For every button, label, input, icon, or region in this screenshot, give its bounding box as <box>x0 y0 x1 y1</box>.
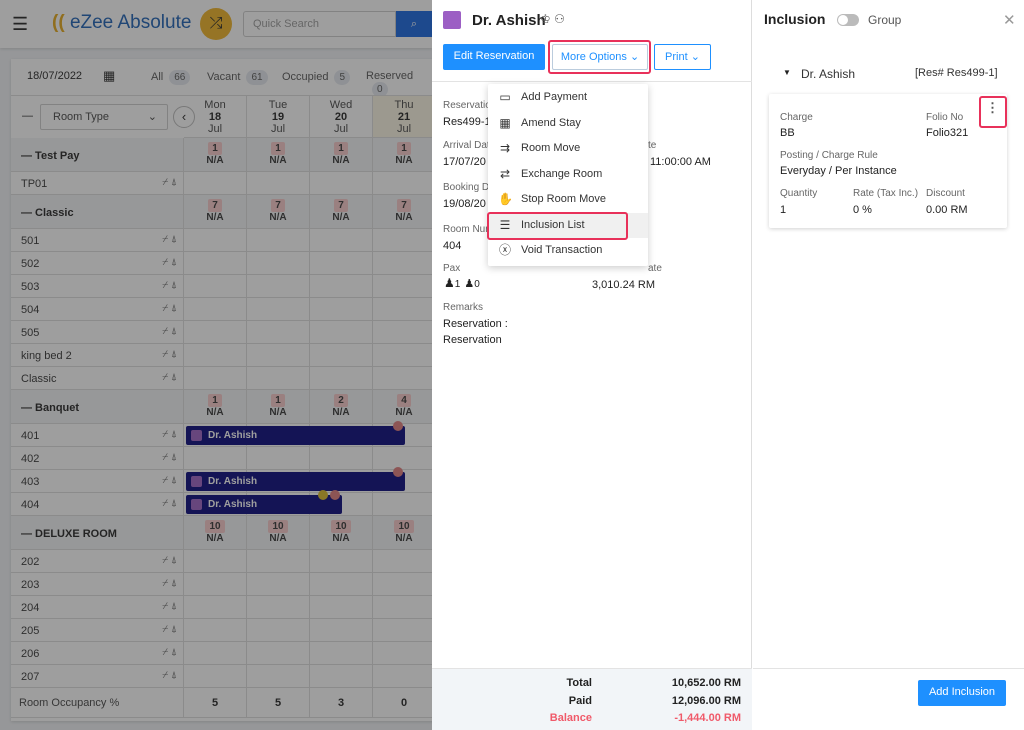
child-count: 0 <box>474 279 480 290</box>
divider <box>432 81 752 82</box>
field-value: 17/07/20 <box>443 156 486 168</box>
balance-value: -1,444.00 RM <box>674 712 741 724</box>
rate-label: Rate (Tax Inc.) <box>853 188 919 199</box>
building-icon <box>443 11 461 29</box>
room-move-icon: ⇉ <box>499 141 511 155</box>
menu-item-room-move[interactable]: ⇉ Room Move <box>488 136 648 161</box>
close-icon[interactable]: ✕ <box>1003 11 1016 29</box>
charge-label: Charge <box>780 112 813 123</box>
field-value: 19/08/20 <box>443 198 486 210</box>
menu-item-amend-stay[interactable]: ▦ Amend Stay <box>488 111 648 136</box>
guest-name: Dr. Ashish <box>472 12 546 29</box>
inclusion-panel: Inclusion Group ✕ ▼ Dr. Ashish [Res# Res… <box>753 0 1024 730</box>
chevron-down-icon: ⌄ <box>690 51 700 63</box>
rule-value: Everyday / Per Instance <box>780 165 897 177</box>
menu-item-void-transaction[interactable]: ⓧ Void Transaction <box>488 238 648 263</box>
divider <box>753 668 1024 669</box>
reservation-number: [Res# Res499-1] <box>915 67 998 79</box>
menu-item-label: Stop Room Move <box>521 193 606 205</box>
panel-title: Inclusion <box>764 11 826 27</box>
void-icon: ⓧ <box>498 243 511 257</box>
field-label: Pax <box>443 263 461 274</box>
menu-item-label: Add Payment <box>521 91 588 103</box>
field-value: 404 <box>443 240 462 252</box>
exchange-room-icon: ⇄ <box>499 166 511 181</box>
rate-value: 0 % <box>853 204 872 216</box>
field-label: Room Nur <box>443 224 489 235</box>
guest-name: Dr. Ashish <box>801 67 856 81</box>
child-icon: ♟ <box>464 278 475 290</box>
field-label: te <box>648 140 657 151</box>
hand-stop-icon: ✋ <box>498 192 513 206</box>
field-value: Res499-1 <box>443 116 491 128</box>
quantity-value: 1 <box>780 204 787 216</box>
menu-item-label: Room Move <box>521 142 581 154</box>
menu-item-label: Void Transaction <box>521 244 603 256</box>
menu-item-add-payment[interactable]: ▭ Add Payment <box>488 85 648 110</box>
balance-label: Balance <box>549 712 592 724</box>
menu-item-label: Amend Stay <box>521 116 581 129</box>
inclusion-card: Charge BB Folio No Folio321 ⋮ Posting / … <box>769 94 1007 228</box>
field-label: Reservatio <box>443 100 491 111</box>
field-label: Booking Da <box>443 182 495 193</box>
remarks-line: Reservation : <box>443 318 508 330</box>
vip-icon: ♔ ⚇ <box>540 12 565 26</box>
quantity-label: Quantity <box>780 188 818 199</box>
field-label: Arrival Dat <box>443 140 490 151</box>
calendar-edit-icon: ▦ <box>499 115 511 130</box>
folio-value: Folio321 <box>926 127 969 139</box>
folio-label: Folio No <box>926 112 964 123</box>
adult-icon: ♟ <box>444 276 455 290</box>
pax-value: ♟1 ♟0 <box>444 276 480 290</box>
totals-footer: Total 10,652.00 RM Paid 12,096.00 RM Bal… <box>432 668 752 730</box>
rule-label: Posting / Charge Rule <box>780 150 878 161</box>
charge-value: BB <box>780 127 795 139</box>
modal-overlay[interactable] <box>0 0 432 730</box>
discount-label: Discount <box>926 188 965 199</box>
caret-down-icon[interactable]: ▼ <box>783 68 791 77</box>
adult-count: 1 <box>454 279 461 290</box>
paid-value: 12,096.00 RM <box>671 695 741 707</box>
highlight-inclusion-list <box>487 212 628 240</box>
highlight-kebab <box>979 96 1007 128</box>
field-value: 11:00:00 AM <box>650 156 711 168</box>
menu-item-label: Exchange Room <box>521 167 603 180</box>
discount-value: 0.00 RM <box>926 204 968 216</box>
field-value: 3,010.24 RM <box>592 279 655 291</box>
print-label: Print <box>665 51 688 63</box>
highlight-more-options <box>548 40 651 74</box>
total-label: Total <box>566 677 592 689</box>
paid-label: Paid <box>568 695 592 707</box>
group-toggle[interactable] <box>837 14 859 26</box>
add-inclusion-button[interactable]: Add Inclusion <box>918 680 1006 706</box>
menu-item-stop-room-move[interactable]: ✋ Stop Room Move <box>488 187 648 212</box>
total-value: 10,652.00 RM <box>671 677 741 689</box>
field-label: ate <box>648 263 662 274</box>
remarks-label: Remarks <box>443 302 484 313</box>
group-label: Group <box>868 13 902 27</box>
wallet-icon: ▭ <box>499 90 511 104</box>
room-grid-background: ☰ (( eZee Absolute ⤮ Quick Search ⌕ 18/0… <box>0 0 432 730</box>
menu-item-exchange-room[interactable]: ⇄ Exchange Room <box>488 162 648 187</box>
print-button[interactable]: Print ⌄ <box>654 44 711 70</box>
remarks-line: Reservation <box>443 334 502 346</box>
edit-reservation-button[interactable]: Edit Reservation <box>443 44 545 70</box>
